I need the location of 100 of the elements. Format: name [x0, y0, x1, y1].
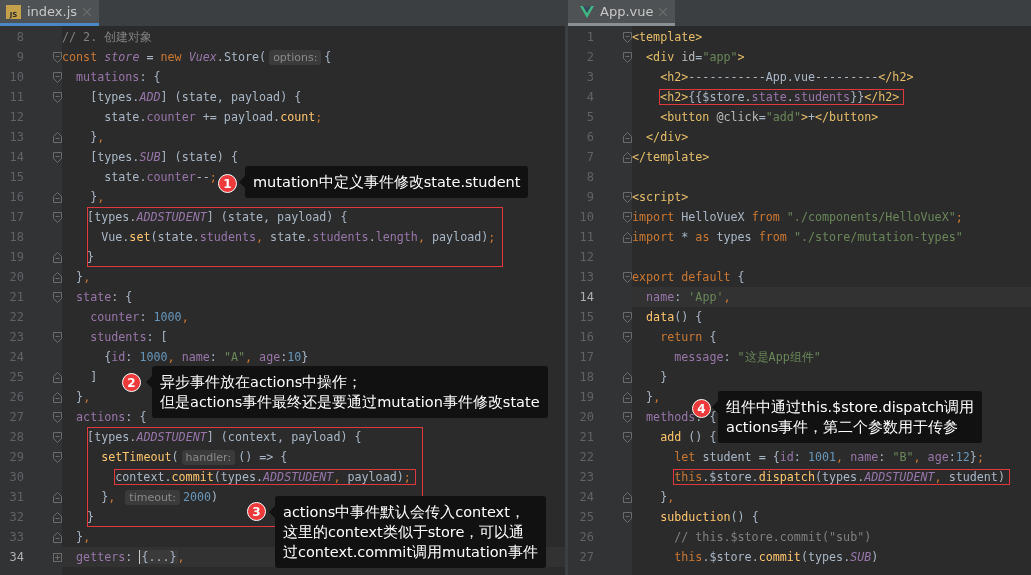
code-text: Vue.set(state.students, state.students.length, payload);	[100, 230, 496, 244]
expand-icon[interactable]	[53, 552, 62, 562]
fold-icon[interactable]	[53, 431, 62, 443]
folded-code[interactable]: {...}	[139, 550, 178, 564]
fold-icon[interactable]	[53, 191, 62, 203]
vue-logo-icon	[580, 5, 594, 18]
code-text: </template>	[632, 150, 710, 164]
code-text: this.$store.dispatch(types.ADDSTUDENT, student)	[674, 470, 1005, 484]
fold-icon[interactable]	[53, 511, 62, 523]
fold-icon[interactable]	[53, 151, 62, 163]
code-text: },	[75, 390, 91, 404]
code-text: },	[75, 270, 91, 284]
fold-icon[interactable]	[623, 491, 632, 503]
code-text: students: [	[89, 330, 168, 344]
code-text: 2000)	[182, 490, 219, 504]
line-number: 34	[8, 550, 24, 564]
fold-icon[interactable]	[53, 131, 62, 143]
callout-text: 异步事件放在actions中操作； 但是actions事件最终还是要通过mutation事件修改state	[152, 366, 548, 418]
fold-icon[interactable]	[623, 31, 632, 43]
fold-icon[interactable]	[53, 491, 62, 503]
close-icon[interactable]	[659, 7, 668, 16]
code-text: {id: 1000, name: "A", age:10}	[103, 350, 309, 364]
fold-icon[interactable]	[623, 151, 632, 163]
code-text: // this.$store.commit("sub")	[673, 530, 872, 544]
code-text: },	[645, 390, 661, 404]
parameter-hint: timeout:	[125, 489, 180, 505]
fold-icon[interactable]	[53, 291, 62, 303]
fold-icon[interactable]	[53, 251, 62, 263]
fold-icon[interactable]	[623, 191, 632, 203]
code-text: add () {	[659, 430, 717, 444]
parameter-hint: options:	[269, 49, 322, 65]
fold-icon[interactable]	[623, 511, 632, 523]
fold-icon[interactable]	[53, 51, 62, 63]
code-text: ]	[89, 370, 98, 384]
fold-icon[interactable]	[53, 211, 62, 223]
file-tab[interactable]: App.vue	[568, 0, 676, 26]
code-text: setTimeout(	[100, 450, 179, 464]
fold-icon[interactable]	[623, 371, 632, 383]
callout-number-badge: 3	[247, 502, 266, 521]
fold-icon[interactable]	[623, 331, 632, 343]
code-text: },	[89, 190, 105, 204]
code-text: this.$store.commit(types.SUB)	[673, 550, 879, 564]
code-text: state.counter += payload.count;	[103, 110, 323, 124]
code-text: let student = {id: 1001, name: "B", age:12};	[673, 450, 984, 464]
code-text: state: {	[75, 290, 133, 304]
fold-icon[interactable]	[53, 391, 62, 403]
code-text: [types.ADDSTUDENT] (state, payload) {	[87, 210, 348, 224]
fold-icon[interactable]	[623, 391, 632, 403]
code-text: [types.ADDSTUDENT] (context, payload) {	[87, 430, 362, 444]
callout-number-badge: 1	[218, 174, 237, 193]
code-text: import HelloVueX from "./components/HelloVueX";	[632, 210, 963, 224]
code-text: {	[324, 50, 332, 64]
code-text: },	[659, 490, 675, 504]
code-text: [types.ADD] (state, payload) {	[89, 90, 302, 104]
code-text: import * as types from "./store/mutation-types"	[632, 230, 963, 244]
code-text: [types.SUB] (state) {	[89, 150, 238, 164]
code-text: subduction() {	[659, 510, 759, 524]
code-text: <h2>{{$store.state.students}}</h2>	[660, 90, 900, 104]
code-text: context.commit(types.ADDSTUDENT, payload);	[115, 470, 411, 484]
code-text: mutations: {	[75, 70, 161, 84]
code-text: // 2. 创建对象	[62, 29, 153, 45]
code-text: },	[100, 490, 117, 504]
close-icon[interactable]	[83, 7, 92, 16]
callout-text: actions中事件默认会传入context， 这里的context类似于store，可以通 过context.commit调用mutation事件	[275, 496, 546, 568]
fold-icon[interactable]	[623, 51, 632, 63]
code-text: }	[87, 250, 95, 264]
code-text: },	[89, 130, 105, 144]
callout-text: 组件中通过this.$store.dispatch调用 actions事件，第二个参数用于传参	[718, 391, 983, 443]
fold-icon[interactable]	[623, 231, 632, 243]
fold-icon[interactable]	[53, 531, 62, 543]
fold-icon[interactable]	[623, 411, 632, 423]
code-text: ,	[177, 550, 185, 564]
fold-icon[interactable]	[623, 131, 632, 143]
code-text: return {	[659, 330, 717, 344]
fold-icon[interactable]	[53, 371, 62, 383]
code-text: name: 'App',	[645, 290, 731, 304]
fold-icon[interactable]	[623, 431, 632, 443]
code-text: const store = new Vuex.Store(	[62, 50, 267, 64]
fold-icon[interactable]	[53, 91, 62, 103]
code-text: message: "这是App组件"	[673, 349, 821, 365]
code-text: }	[659, 370, 668, 384]
fold-icon[interactable]	[53, 451, 62, 463]
code-text: }	[87, 510, 95, 524]
code-text: actions: {	[75, 410, 147, 424]
code-text: <button @click="add">+</button>	[659, 110, 879, 124]
code-text: <template>	[632, 30, 703, 44]
code-text: <div id="app">	[645, 50, 745, 64]
fold-icon[interactable]	[53, 411, 62, 423]
parameter-hint: handler:	[181, 449, 236, 465]
fold-icon[interactable]	[623, 211, 632, 223]
fold-icon[interactable]	[53, 71, 62, 83]
code-text: },	[75, 530, 91, 544]
fold-icon[interactable]	[53, 331, 62, 343]
fold-icon[interactable]	[623, 311, 632, 323]
line-number: 14	[578, 290, 594, 304]
fold-icon[interactable]	[53, 271, 62, 283]
code-text: state.counter--;	[103, 170, 217, 184]
callout-text: mutation中定义事件修改state.student	[245, 166, 529, 198]
code-text: </div>	[645, 130, 689, 144]
fold-icon[interactable]	[623, 271, 632, 283]
